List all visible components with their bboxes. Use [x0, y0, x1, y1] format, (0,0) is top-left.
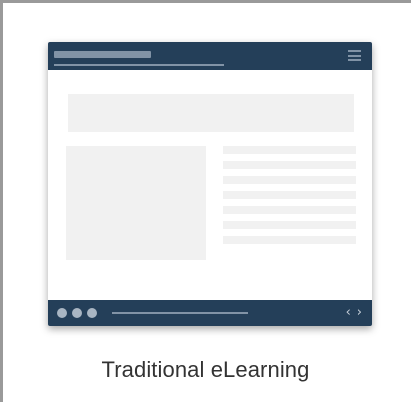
preview-top-bar [48, 42, 372, 70]
preview-text-line [223, 161, 356, 169]
frame-left-border [0, 0, 3, 402]
preview-text-line [223, 176, 356, 184]
dot [72, 308, 82, 318]
preview-text-lines [223, 146, 356, 251]
template-preview-card[interactable]: ‹ › [48, 42, 372, 326]
dot [87, 308, 97, 318]
preview-text-line [223, 236, 356, 244]
preview-seek-track [112, 312, 248, 314]
preview-text-line [223, 146, 356, 154]
preview-nav-arrows: ‹ › [346, 306, 362, 320]
preview-image-block [66, 146, 206, 260]
frame-top-border [0, 0, 411, 3]
preview-bottom-bar: ‹ › [48, 300, 372, 326]
tile-caption: Traditional eLearning [101, 357, 310, 382]
preview-progress-line [54, 64, 224, 66]
hamburger-menu-icon [348, 50, 361, 61]
preview-text-line [223, 221, 356, 229]
preview-text-line [223, 206, 356, 214]
preview-title-placeholder [54, 51, 151, 58]
dots-icon [57, 308, 97, 318]
dot [57, 308, 67, 318]
chevron-left-icon: ‹ [345, 305, 351, 320]
preview-text-line [223, 191, 356, 199]
preview-header-block [68, 94, 354, 132]
chevron-right-icon: › [356, 305, 362, 320]
